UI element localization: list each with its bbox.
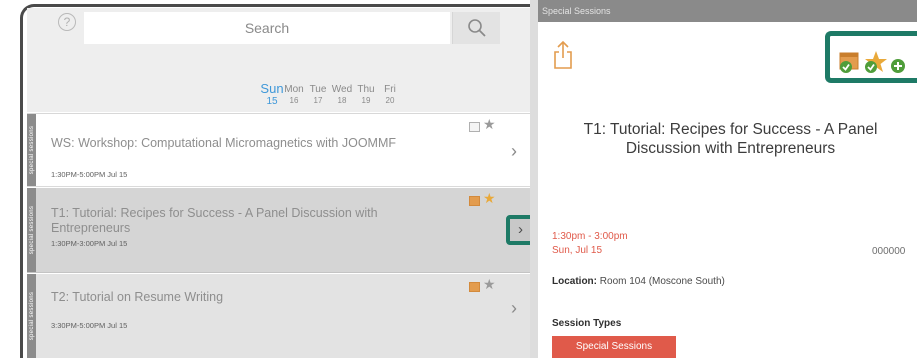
day-name: Thu	[357, 84, 375, 95]
session-type-badge[interactable]: Special Sessions	[552, 336, 676, 358]
location-value: Room 104 (Moscone South)	[599, 276, 725, 287]
session-types-label: Session Types	[552, 318, 622, 329]
day-number: 17	[313, 96, 323, 105]
add-icon[interactable]	[888, 50, 912, 74]
add-to-calendar-icon[interactable]	[838, 50, 862, 74]
location-label: Location:	[552, 276, 597, 287]
session-type-tab: special sessions	[27, 114, 36, 186]
session-time: 1:30PM-5:00PM Jul 15	[51, 170, 128, 179]
row-actions: ★	[469, 117, 509, 134]
day-tue[interactable]: Tue 17	[306, 84, 330, 106]
session-detail-title: T1: Tutorial: Recipes for Success - A Pa…	[583, 121, 878, 157]
session-time-range: 1:30pm - 3:00pm	[552, 231, 628, 242]
session-row-t2[interactable]: special sessions T2: Tutorial on Resume …	[27, 274, 532, 358]
session-actions	[825, 31, 917, 83]
chevron-right-icon[interactable]: ›	[511, 299, 517, 317]
session-location: Location: Room 104 (Moscone South)	[552, 276, 725, 287]
session-title: T2: Tutorial on Resume Writing	[51, 290, 224, 304]
session-detail-pane: Special Sessions T1: Tutorial: Recipes f…	[538, 0, 917, 358]
session-time: 3:30PM-5:00PM Jul 15	[51, 321, 128, 330]
star-icon[interactable]: ★	[483, 191, 496, 205]
calendar-icon[interactable]	[469, 122, 480, 132]
session-row-t1[interactable]: special sessions T1: Tutorial: Recipes f…	[27, 188, 535, 273]
pane-divider	[530, 0, 538, 358]
star-icon[interactable]: ★	[483, 277, 496, 291]
star-icon[interactable]: ★	[483, 117, 496, 131]
day-number: 16	[289, 96, 299, 105]
session-date: Sun, Jul 15	[552, 245, 603, 256]
search-button[interactable]	[452, 12, 500, 44]
day-mon[interactable]: Mon 16	[282, 84, 306, 106]
session-type-tab: special sessions	[27, 274, 36, 358]
day-number: 20	[385, 96, 395, 105]
row-actions: ★	[469, 277, 509, 294]
chevron-right-icon[interactable]: ›	[511, 142, 517, 160]
search-input[interactable]: Search	[84, 12, 450, 44]
row-actions: ★	[469, 191, 509, 208]
day-number: 18	[337, 96, 347, 105]
day-wed[interactable]: Wed 18	[330, 84, 354, 106]
session-list-pane: ? Search Sun 15 Mon 16 Tue 17 Wed 18 Thu…	[0, 0, 538, 358]
session-code: 000000	[872, 246, 906, 257]
day-name: Fri	[384, 84, 396, 95]
session-datetime: 1:30pm - 3:00pm Sun, Jul 15	[552, 230, 628, 258]
day-thu[interactable]: Thu 19	[354, 84, 378, 106]
session-type-tab: special sessions	[27, 188, 36, 272]
favorite-star-icon[interactable]	[863, 50, 887, 74]
day-fri[interactable]: Fri 20	[378, 84, 402, 106]
session-time: 1:30PM-3:00PM Jul 15	[51, 239, 128, 248]
session-row-ws[interactable]: special sessions WS: Workshop: Computati…	[27, 114, 532, 187]
session-title: T1: Tutorial: Recipes for Success - A Pa…	[51, 206, 378, 235]
detail-header: Special Sessions	[538, 0, 917, 22]
calendar-icon[interactable]	[469, 282, 480, 292]
share-icon[interactable]	[552, 40, 574, 70]
day-number: 19	[361, 96, 371, 105]
help-icon[interactable]: ?	[58, 13, 76, 31]
search-icon	[468, 19, 486, 37]
day-name: Mon	[284, 84, 304, 95]
session-title: WS: Workshop: Computational Micromagneti…	[51, 136, 397, 150]
calendar-icon[interactable]	[469, 196, 480, 206]
day-name: Tue	[309, 84, 327, 95]
day-name: Wed	[331, 84, 353, 95]
